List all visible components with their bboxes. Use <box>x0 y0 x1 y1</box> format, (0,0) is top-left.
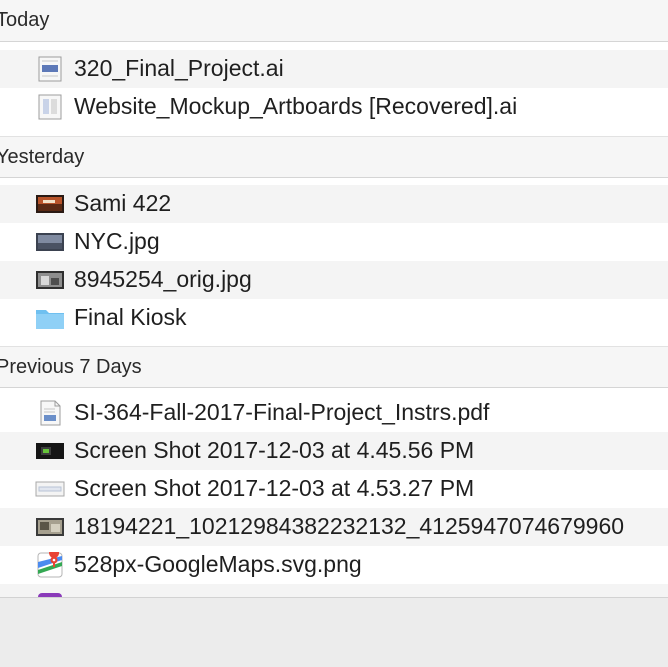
file-name: NYC.jpg <box>74 228 160 254</box>
group-label: Previous 7 Days <box>0 356 142 378</box>
group-label: Yesterday <box>0 146 85 168</box>
group-label: Today <box>0 9 50 31</box>
group-header-yesterday: Yesterday <box>0 136 668 178</box>
group-header-previous-7-days: Previous 7 Days <box>0 346 668 388</box>
file-row[interactable] <box>0 584 668 597</box>
file-name: Sami 422 <box>74 190 172 216</box>
file-row[interactable]: 18194221_10212984382232132_4125947074679… <box>0 508 668 546</box>
file-row[interactable]: SI-364-Fall-2017-Final-Project_Instrs.pd… <box>0 394 668 432</box>
file-name: 18194221_10212984382232132_4125947074679… <box>74 513 625 539</box>
file-row[interactable]: 528px-GoogleMaps.svg.png <box>0 546 668 584</box>
file-row[interactable]: 8945254_orig.jpg <box>0 261 668 299</box>
group-header-today: Today <box>0 0 668 42</box>
file-name: Final Kiosk <box>74 304 187 330</box>
file-name: 320_Final_Project.ai <box>74 55 284 81</box>
bottom-bar <box>0 597 668 667</box>
image-thumbnail-icon <box>35 191 65 217</box>
file-name: Screen Shot 2017-12-03 at 4.45.56 PM <box>74 437 475 463</box>
file-row[interactable]: 320_Final_Project.ai <box>0 50 668 88</box>
folder-icon <box>35 305 65 331</box>
file-row[interactable]: NYC.jpg <box>0 223 668 261</box>
google-maps-thumbnail-icon <box>35 552 65 578</box>
screenshot-thumbnail-icon <box>35 476 65 502</box>
image-thumbnail-icon <box>35 514 65 540</box>
file-row[interactable]: Screen Shot 2017-12-03 at 4.53.27 PM <box>0 470 668 508</box>
file-row[interactable]: Screen Shot 2017-12-03 at 4.45.56 PM <box>0 432 668 470</box>
illustrator-document-icon <box>35 94 65 120</box>
file-name: SI-364-Fall-2017-Final-Project_Instrs.pd… <box>74 399 490 425</box>
file-name: Website_Mockup_Artboards [Recovered].ai <box>74 93 518 119</box>
file-row[interactable]: Final Kiosk <box>0 299 668 337</box>
image-thumbnail-icon <box>35 267 65 293</box>
file-name: 528px-GoogleMaps.svg.png <box>74 551 362 577</box>
recent-files-list: Today 320_Final_Project.ai Website_Mocku… <box>0 0 668 597</box>
screenshot-thumbnail-icon <box>35 438 65 464</box>
image-thumbnail-icon <box>35 590 65 597</box>
illustrator-document-icon <box>35 56 65 82</box>
pdf-document-icon <box>35 400 65 426</box>
file-row[interactable]: Sami 422 <box>0 185 668 223</box>
file-row[interactable]: Website_Mockup_Artboards [Recovered].ai <box>0 88 668 126</box>
file-name: 8945254_orig.jpg <box>74 266 252 292</box>
file-name: Screen Shot 2017-12-03 at 4.53.27 PM <box>74 475 475 501</box>
image-thumbnail-icon <box>35 229 65 255</box>
